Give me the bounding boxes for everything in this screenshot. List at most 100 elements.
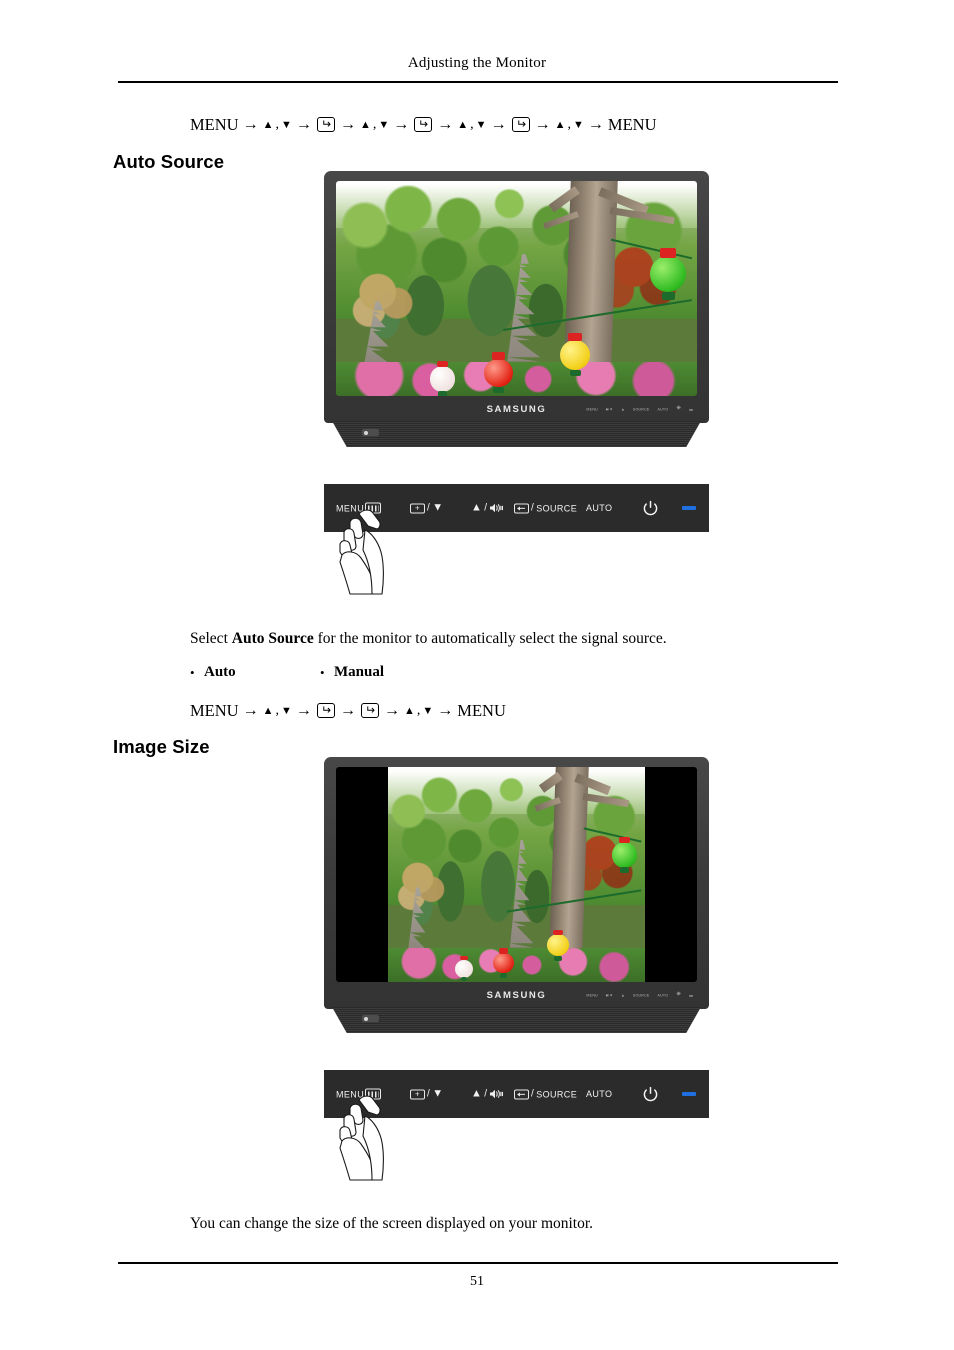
picture-flower-bed xyxy=(388,947,645,982)
enter-box-icon xyxy=(514,1089,529,1099)
bezel-label-down: ■/▼ xyxy=(605,993,614,997)
separator-slash: / xyxy=(531,502,535,514)
picture-lantern-green xyxy=(611,836,638,873)
led-bar xyxy=(682,1092,696,1096)
bezel-button-labels: MENU ■/▼ ▲ SOURCE AUTO ⎈ ▬ xyxy=(586,992,693,999)
auto-button[interactable]: AUTO xyxy=(586,1089,612,1099)
down-button[interactable]: / ▼ xyxy=(410,1088,443,1100)
up-volume-button[interactable]: ▲ / xyxy=(471,1088,504,1100)
monitor-bezel: SAMSUNG MENU ■/▼ ▲ SOURCE AUTO ⎈ ▬ xyxy=(324,171,709,423)
arrow-icon: → xyxy=(242,116,259,133)
bezel-button-labels: MENU ■/▼ ▲ SOURCE AUTO ⎈ ▬ xyxy=(586,406,693,413)
nav-token-menu-end: MENU xyxy=(607,115,657,134)
nav-token-menu-start: MENU xyxy=(190,701,239,720)
samsung-brand-logo: SAMSUNG xyxy=(486,403,547,415)
control-panel-auto-source: MENU / ▼ ▲ / / SOURCE AUTO xyxy=(324,484,709,532)
option-manual[interactable]: • Manual xyxy=(320,664,384,681)
up-down-glyphs: ▲, ▼ xyxy=(262,117,292,132)
separator-slash: / xyxy=(484,502,488,514)
page-header-title: Adjusting the Monitor xyxy=(407,55,547,71)
monitor-illustration-image-size: SAMSUNG MENU ■/▼ ▲ SOURCE AUTO ⎈ ▬ xyxy=(324,757,709,1035)
nav-token-menu-end: MENU xyxy=(457,701,506,720)
description-image-size: You can change the size of the screen di… xyxy=(190,1215,594,1232)
section-heading-image-size: Image Size xyxy=(113,736,210,757)
bezel-label-led: ▬ xyxy=(689,993,693,997)
power-button[interactable] xyxy=(642,500,659,517)
bullet-icon: • xyxy=(190,664,195,680)
down-button[interactable]: / ▼ xyxy=(410,501,444,514)
arrow-icon: → xyxy=(339,116,356,133)
bezel-label-source: SOURCE xyxy=(632,407,650,411)
separator-slash: / xyxy=(484,1088,488,1100)
option-auto[interactable]: • Auto xyxy=(190,664,320,681)
nav-path-auto-source: MENU → ▲,▼ → → ▲,▼ → → ▲,▼ → → ▲,▼ → MEN… xyxy=(190,115,657,135)
screen-picture-full xyxy=(336,181,697,396)
arrow-icon: → xyxy=(393,116,410,133)
monitor-screen xyxy=(336,767,697,982)
arrow-icon: → xyxy=(242,702,259,719)
monitor-speaker-base xyxy=(332,1007,701,1033)
separator-slash: / xyxy=(531,1088,535,1100)
bezel-label-power: ⎈ xyxy=(676,991,682,998)
menu-box-icon xyxy=(365,1088,382,1100)
triangle-down-icon: ▼ xyxy=(432,501,444,514)
arrow-icon: → xyxy=(534,116,551,133)
monitor-speaker-base xyxy=(332,421,701,447)
bezel-label-down: ■/▼ xyxy=(605,407,614,411)
bezel-label-led: ▬ xyxy=(689,407,693,411)
up-down-glyphs: ▲, ▼ xyxy=(359,117,390,132)
separator-slash: / xyxy=(427,502,431,514)
menu-button-label: MENU xyxy=(336,503,365,513)
arrow-icon: → xyxy=(437,702,454,719)
up-down-glyphs: ▲, ▼ xyxy=(262,703,292,718)
plus-box-icon xyxy=(410,503,425,513)
arrow-icon: → xyxy=(339,702,356,719)
menu-box-icon xyxy=(365,502,382,514)
menu-button[interactable]: MENU xyxy=(336,1088,382,1100)
speaker-icon xyxy=(489,1089,504,1100)
header-divider xyxy=(118,81,838,83)
arrow-icon: → xyxy=(437,116,454,133)
section-heading-auto-source: Auto Source xyxy=(113,151,225,172)
picture-lantern-white xyxy=(429,360,456,396)
bezel-label-source: SOURCE xyxy=(632,993,650,997)
arrow-icon: → xyxy=(295,702,312,719)
enter-key-icon xyxy=(316,702,335,718)
enter-box-icon xyxy=(514,503,529,513)
nav-token-menu-start: MENU xyxy=(190,115,239,134)
description-prefix: Select xyxy=(190,630,232,647)
up-down-glyphs: ▲, ▼ xyxy=(457,117,487,132)
monitor-bezel: SAMSUNG MENU ■/▼ ▲ SOURCE AUTO ⎈ ▬ xyxy=(324,757,709,1009)
monitor-sensor-icon xyxy=(362,429,379,436)
samsung-brand-logo: SAMSUNG xyxy=(486,989,547,1001)
bezel-label-auto: AUTO xyxy=(657,407,669,411)
bezel-label-up: ▲ xyxy=(621,993,625,997)
picture-flower-bed xyxy=(336,361,697,396)
auto-button[interactable]: AUTO xyxy=(586,503,612,513)
auto-button-label: AUTO xyxy=(586,503,613,513)
source-button-label: SOURCE xyxy=(536,503,578,513)
description-auto-source: Select Auto Source for the monitor to au… xyxy=(190,630,667,648)
up-down-glyphs: ▲, ▼ xyxy=(554,117,584,132)
page-number: 51 xyxy=(470,1274,484,1289)
auto-button-label: AUTO xyxy=(586,1089,613,1099)
picture-maple-tree xyxy=(343,262,430,336)
enter-key-icon xyxy=(316,116,335,132)
up-volume-button[interactable]: ▲ / xyxy=(471,501,504,514)
option-auto-label: Auto xyxy=(204,664,236,680)
control-panel-image-size: MENU / ▼ ▲ / / SOURCE AUTO xyxy=(324,1070,709,1118)
triangle-up-icon: ▲ xyxy=(471,501,483,514)
menu-button[interactable]: MENU xyxy=(336,502,382,514)
arrow-icon: → xyxy=(295,116,312,133)
monitor-illustration-auto-source: SAMSUNG MENU ■/▼ ▲ SOURCE AUTO ⎈ ▬ xyxy=(324,171,709,449)
bullet-icon: • xyxy=(320,664,325,680)
source-button[interactable]: / SOURCE xyxy=(514,1089,577,1100)
picture-lantern-red xyxy=(484,352,513,394)
monitor-bottom-bezel: SAMSUNG MENU ■/▼ ▲ SOURCE AUTO ⎈ ▬ xyxy=(336,984,697,1006)
bezel-label-power: ⎈ xyxy=(676,405,682,412)
picture-lantern-white xyxy=(454,955,473,982)
source-button[interactable]: / SOURCE xyxy=(514,503,577,514)
bezel-label-menu: MENU xyxy=(586,407,598,411)
description-bold-term: Auto Source xyxy=(231,630,314,647)
power-button[interactable] xyxy=(642,1086,659,1103)
